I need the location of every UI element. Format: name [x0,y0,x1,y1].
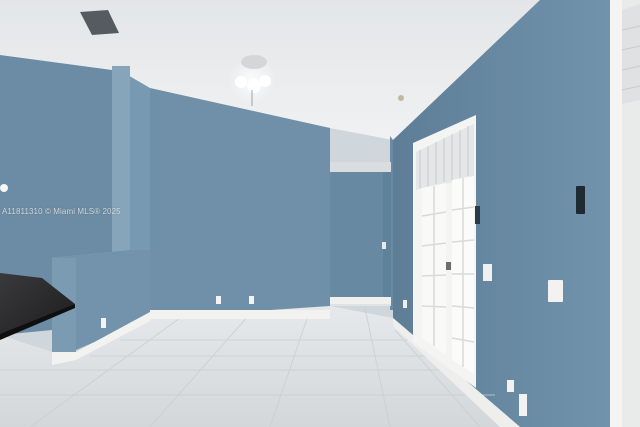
hallway-opening [330,162,391,298]
thermostat [576,186,585,214]
outlet [507,380,514,392]
hallway-side [383,172,391,298]
light-switch [548,280,563,302]
smoke-detector [398,95,404,101]
hallway-outlet [382,242,386,249]
outlet [249,296,254,304]
wall-lamp [0,184,8,192]
outlet [519,394,527,416]
hallway-ceiling [330,162,391,172]
outlet [403,300,407,308]
french-door [413,115,480,388]
partition-column-side [112,66,130,252]
light-switch [483,264,492,281]
outlet [216,296,221,304]
watermark: A11811310 © Miami MLS® 2025 [2,207,121,216]
baseboard-hall [330,297,391,304]
outlet [101,318,106,328]
baseboard-back [150,310,330,319]
